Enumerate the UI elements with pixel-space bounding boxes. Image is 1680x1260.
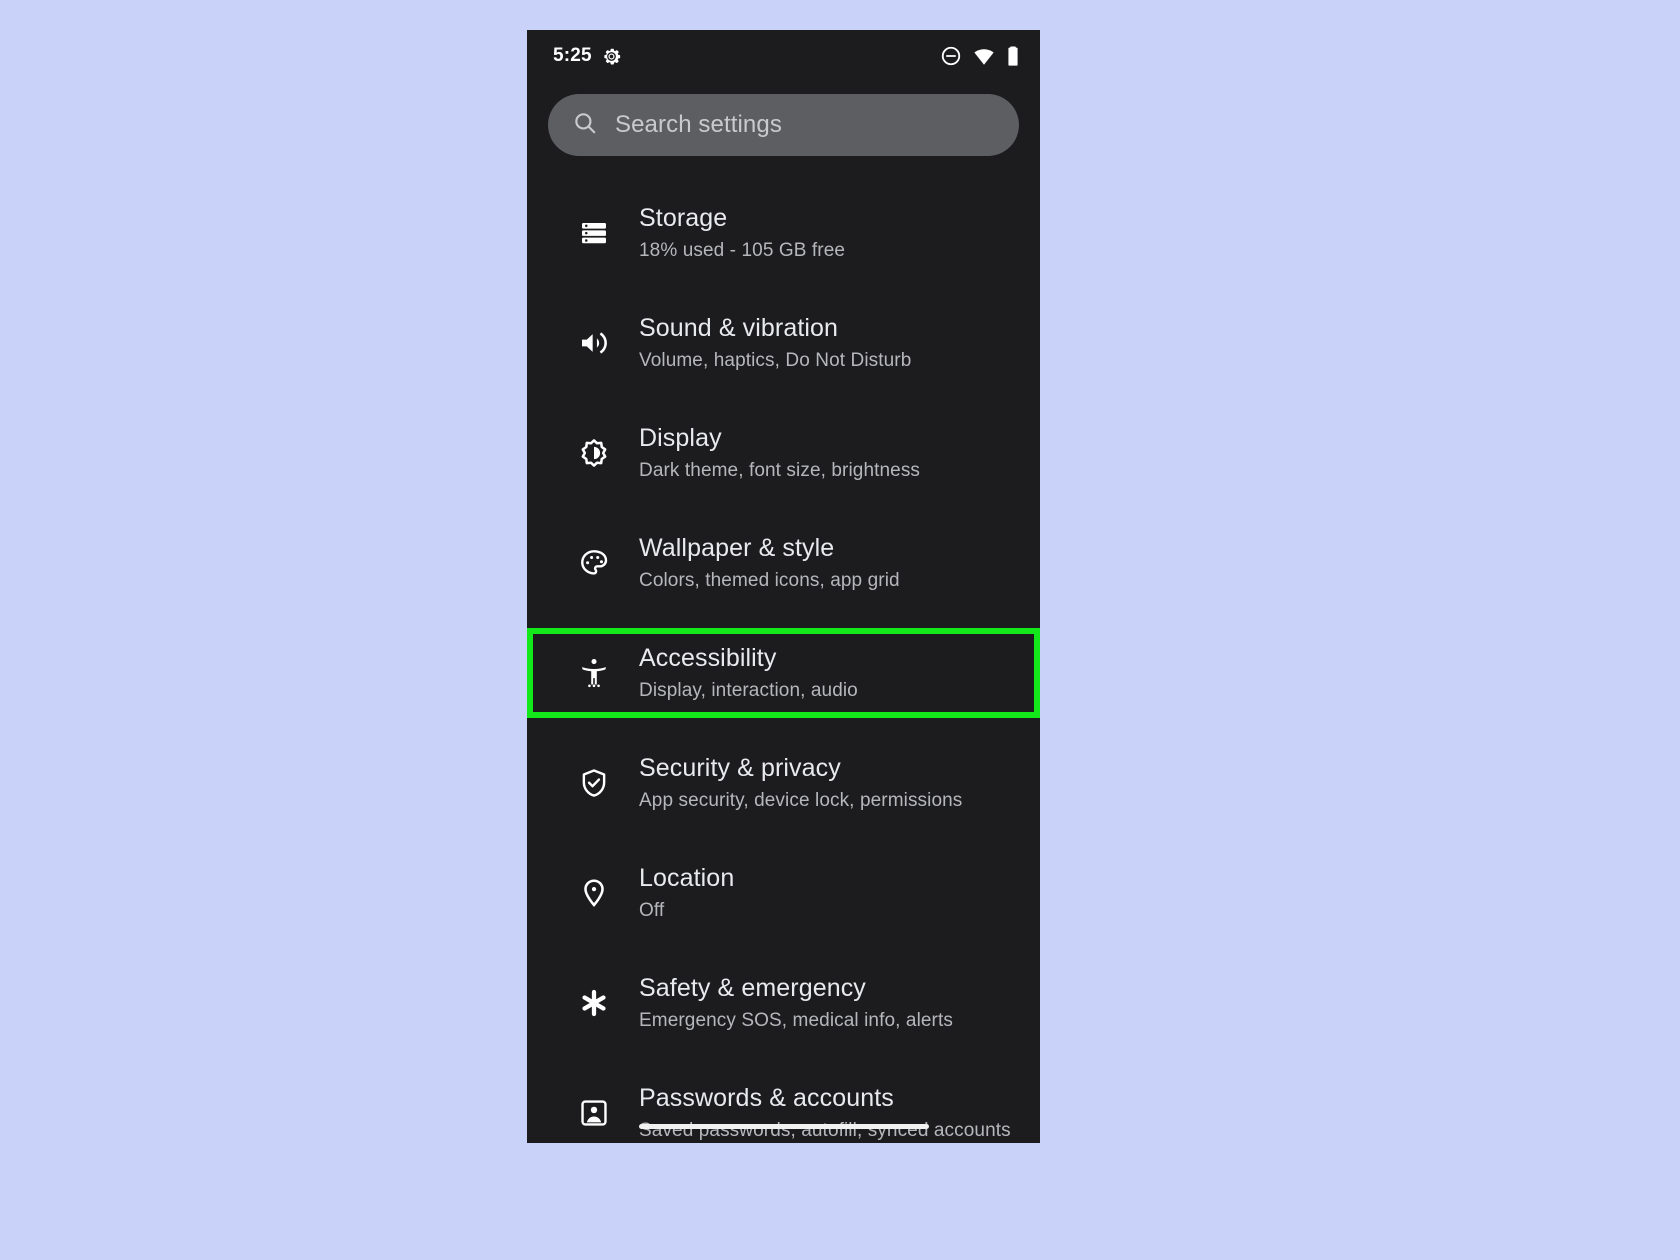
screenshot-canvas: 5:25 Search settings Storage 18% used - … bbox=[0, 0, 1680, 1260]
gear-icon bbox=[601, 46, 622, 67]
settings-row-text: Display Dark theme, font size, brightnes… bbox=[639, 423, 920, 483]
settings-row-text: Wallpaper & style Colors, themed icons, … bbox=[639, 533, 900, 593]
wifi-icon bbox=[973, 45, 995, 67]
row-subtitle: App security, device lock, permissions bbox=[639, 790, 963, 811]
row-title: Security & privacy bbox=[639, 754, 841, 782]
settings-row-text: Safety & emergency Emergency SOS, medica… bbox=[639, 973, 953, 1033]
settings-row-passwords-accounts[interactable]: Passwords & accounts Saved passwords, au… bbox=[527, 1058, 1040, 1143]
row-title: Storage bbox=[639, 204, 728, 232]
brightness-icon bbox=[572, 437, 616, 469]
settings-row-text: Storage 18% used - 105 GB free bbox=[639, 203, 845, 263]
battery-icon bbox=[1006, 45, 1020, 67]
search-placeholder: Search settings bbox=[615, 111, 782, 138]
storage-icon bbox=[572, 217, 616, 249]
settings-row-wallpaper-style[interactable]: Wallpaper & style Colors, themed icons, … bbox=[527, 508, 1040, 618]
row-title: Wallpaper & style bbox=[639, 534, 835, 562]
account-box-icon bbox=[572, 1097, 616, 1129]
settings-row-storage[interactable]: Storage 18% used - 105 GB free bbox=[527, 178, 1040, 288]
settings-row-text: Security & privacy App security, device … bbox=[639, 753, 962, 813]
status-bar-left: 5:25 bbox=[553, 45, 622, 67]
row-subtitle: Emergency SOS, medical info, alerts bbox=[639, 1010, 953, 1031]
row-subtitle: 18% used - 105 GB free bbox=[639, 240, 846, 261]
status-bar: 5:25 bbox=[527, 30, 1040, 82]
palette-icon bbox=[572, 547, 616, 579]
settings-row-text: Accessibility Display, interaction, audi… bbox=[639, 643, 858, 703]
volume-up-icon bbox=[572, 327, 616, 359]
settings-row-text: Sound & vibration Volume, haptics, Do No… bbox=[639, 313, 911, 373]
settings-list: Storage 18% used - 105 GB free Sound & v… bbox=[527, 178, 1040, 1143]
settings-row-location[interactable]: Location Off bbox=[527, 838, 1040, 948]
status-clock: 5:25 bbox=[553, 45, 592, 66]
search-icon bbox=[572, 110, 598, 141]
row-title: Location bbox=[639, 864, 735, 892]
row-title: Accessibility bbox=[639, 644, 777, 672]
search-input[interactable]: Search settings bbox=[548, 94, 1019, 156]
location-pin-icon bbox=[572, 877, 616, 909]
phone-screen: 5:25 Search settings Storage 18% used - … bbox=[527, 30, 1040, 1143]
row-title: Passwords & accounts bbox=[639, 1084, 894, 1112]
row-title: Sound & vibration bbox=[639, 314, 839, 342]
row-title: Display bbox=[639, 424, 722, 452]
settings-row-sound-vibration[interactable]: Sound & vibration Volume, haptics, Do No… bbox=[527, 288, 1040, 398]
row-subtitle: Colors, themed icons, app grid bbox=[639, 570, 900, 591]
settings-row-display[interactable]: Display Dark theme, font size, brightnes… bbox=[527, 398, 1040, 508]
navigation-gesture-bar[interactable] bbox=[638, 1124, 929, 1129]
row-title: Safety & emergency bbox=[639, 974, 866, 1002]
settings-row-text: Location Off bbox=[639, 863, 734, 923]
row-subtitle: Off bbox=[639, 900, 665, 921]
asterisk-icon bbox=[572, 987, 616, 1019]
row-subtitle: Dark theme, font size, brightness bbox=[639, 460, 921, 481]
row-subtitle: Volume, haptics, Do Not Disturb bbox=[639, 350, 912, 371]
row-subtitle: Saved passwords, autofill, synced accoun… bbox=[639, 1120, 1011, 1141]
shield-check-icon bbox=[572, 767, 616, 799]
do-not-disturb-icon bbox=[940, 45, 962, 67]
settings-row-security-privacy[interactable]: Security & privacy App security, device … bbox=[527, 728, 1040, 838]
accessibility-icon bbox=[572, 657, 616, 689]
status-bar-right bbox=[940, 45, 1020, 67]
row-subtitle: Display, interaction, audio bbox=[639, 680, 858, 701]
settings-row-safety-emergency[interactable]: Safety & emergency Emergency SOS, medica… bbox=[527, 948, 1040, 1058]
settings-row-accessibility[interactable]: Accessibility Display, interaction, audi… bbox=[527, 628, 1040, 718]
settings-row-text: Passwords & accounts Saved passwords, au… bbox=[639, 1083, 1011, 1143]
